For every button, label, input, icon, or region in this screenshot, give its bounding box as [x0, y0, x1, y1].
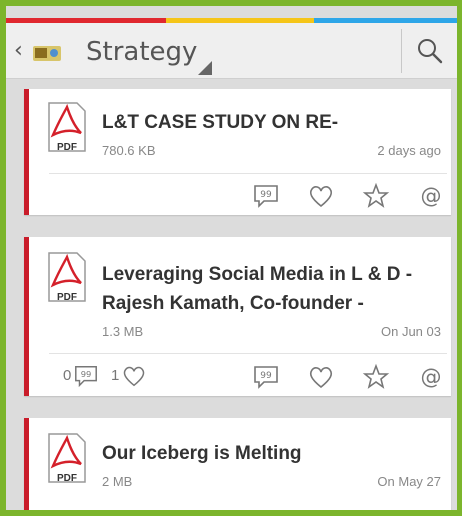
- comment-icon[interactable]: 99: [252, 182, 280, 210]
- file-size: 2 MB: [102, 474, 133, 489]
- file-type-label: PDF: [57, 292, 77, 303]
- file-type-label: PDF: [57, 473, 77, 484]
- at-icon[interactable]: @: [417, 363, 445, 391]
- svg-text:@: @: [421, 184, 442, 208]
- document-date: On May 27: [377, 474, 441, 489]
- document-card[interactable]: PDF L&T CASE STUDY ON RE- 780.6 KB 2 day…: [24, 89, 451, 215]
- svg-text:@: @: [421, 365, 442, 389]
- svg-text:99: 99: [260, 371, 272, 381]
- action-bar: ‹ Strategy: [6, 23, 457, 79]
- card-divider: [49, 353, 447, 354]
- file-size: 1.3 MB: [102, 324, 144, 339]
- page-title[interactable]: Strategy: [86, 37, 197, 67]
- svg-text:99: 99: [260, 190, 272, 200]
- document-date: 2 days ago: [377, 143, 441, 158]
- comment-icon[interactable]: 99: [252, 363, 280, 391]
- document-date: On Jun 03: [381, 324, 441, 339]
- at-icon[interactable]: @: [417, 182, 445, 210]
- document-card[interactable]: PDF Leveraging Social Media in L & D - R…: [24, 237, 451, 396]
- app-logo-icon[interactable]: [32, 43, 62, 63]
- document-title-line-1[interactable]: Leveraging Social Media in L & D -: [102, 261, 441, 288]
- document-card[interactable]: PDF Our Iceberg is Melting 2 MB On May 2…: [24, 418, 451, 510]
- app-frame: ‹ Strategy PDF L&T CASE STUDY ON RE- 780…: [6, 6, 457, 510]
- star-icon[interactable]: [362, 182, 390, 210]
- dropdown-caret-icon[interactable]: [198, 61, 212, 75]
- card-divider: [49, 173, 447, 174]
- comment-count: 0: [63, 367, 72, 384]
- action-bar-divider: [401, 29, 402, 73]
- file-size: 780.6 KB: [102, 143, 156, 158]
- like-count: 1: [111, 367, 120, 384]
- heart-icon[interactable]: [307, 182, 335, 210]
- comment-count-icon: 99: [75, 365, 97, 388]
- svg-text:99: 99: [81, 369, 92, 379]
- document-title[interactable]: Our Iceberg is Melting: [102, 440, 441, 467]
- heart-icon[interactable]: [307, 363, 335, 391]
- chevron-left-icon[interactable]: ‹: [14, 40, 23, 62]
- like-count-icon: [123, 366, 145, 387]
- star-icon[interactable]: [362, 363, 390, 391]
- document-title-line-2[interactable]: Rajesh Kamath, Co-founder -: [102, 290, 441, 317]
- file-type-label: PDF: [57, 142, 77, 153]
- search-icon[interactable]: [416, 37, 444, 65]
- document-title[interactable]: L&T CASE STUDY ON RE-: [102, 109, 441, 136]
